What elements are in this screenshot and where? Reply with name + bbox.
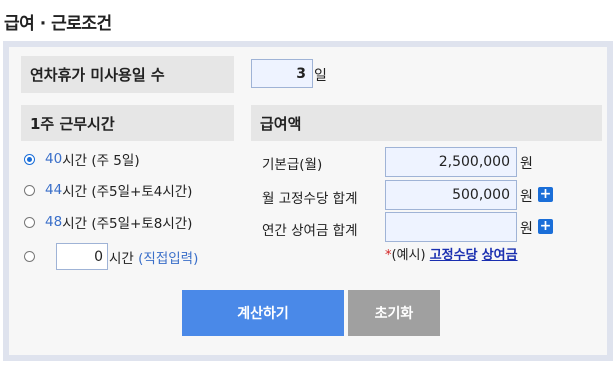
bonus-label: 연간 상여금 합계 [262, 223, 358, 239]
work-hours-option-48[interactable]: 48 시간 (주5일+토8시간) [24, 212, 192, 232]
leave-days-label: 연차휴가 미사용일 수 [21, 56, 234, 93]
radio-44[interactable] [24, 184, 35, 196]
base-pay-label: 기본급(월) [262, 157, 323, 173]
hours-desc: (주5일+토4시간) [91, 184, 193, 200]
hours-desc: (주5일+토8시간) [91, 216, 193, 232]
work-hours-header: 1주 근무시간 [21, 105, 234, 141]
allowance-input[interactable]: 500,000 [385, 180, 517, 210]
leave-days-unit: 일 [314, 68, 327, 84]
bonus-unit: 원 [520, 221, 533, 237]
hours-value: 40 [45, 151, 63, 167]
add-allowance-plus-icon[interactable]: + [538, 187, 553, 202]
work-hours-option-custom[interactable]: 0 시간 (직접입력) [24, 243, 198, 270]
hours-unit: 시간 [62, 216, 88, 232]
custom-hours-link[interactable]: (직접입력) [138, 247, 198, 267]
work-hours-option-44[interactable]: 44 시간 (주5일+토4시간) [24, 180, 192, 200]
allowance-example-link[interactable]: 고정수당 [430, 248, 478, 263]
hours-desc: (주 5일) [91, 153, 140, 169]
radio-40[interactable] [24, 153, 35, 165]
base-pay-unit: 원 [520, 156, 533, 172]
work-hours-option-40[interactable]: 40 시간 (주 5일) [24, 149, 140, 169]
bonus-input[interactable] [385, 212, 517, 242]
add-bonus-plus-icon[interactable]: + [538, 219, 553, 234]
radio-48[interactable] [24, 216, 35, 228]
pay-header: 급여액 [251, 105, 602, 141]
bonus-example-link[interactable]: 상여금 [482, 248, 518, 263]
custom-hours-unit: 시간 [109, 250, 134, 267]
note-prefix: (예시) [391, 248, 426, 263]
reset-button[interactable]: 초기화 [348, 290, 440, 336]
hours-unit: 시간 [62, 184, 88, 200]
leave-days-input[interactable]: 3 [251, 59, 313, 88]
base-pay-input[interactable]: 2,500,000 [385, 147, 517, 177]
allowance-label: 월 고정수당 합계 [262, 191, 358, 207]
allowance-unit: 원 [520, 189, 533, 205]
hours-unit: 시간 [62, 153, 88, 169]
calculate-button[interactable]: 계산하기 [182, 290, 344, 336]
example-note: *(예시) 고정수당 상여금 [385, 244, 518, 263]
hours-value: 44 [45, 182, 63, 198]
custom-hours-input[interactable]: 0 [56, 243, 108, 270]
hours-value: 48 [45, 214, 63, 230]
radio-custom[interactable] [24, 251, 35, 262]
page-title: 급여 · 근로조건 [4, 14, 112, 34]
